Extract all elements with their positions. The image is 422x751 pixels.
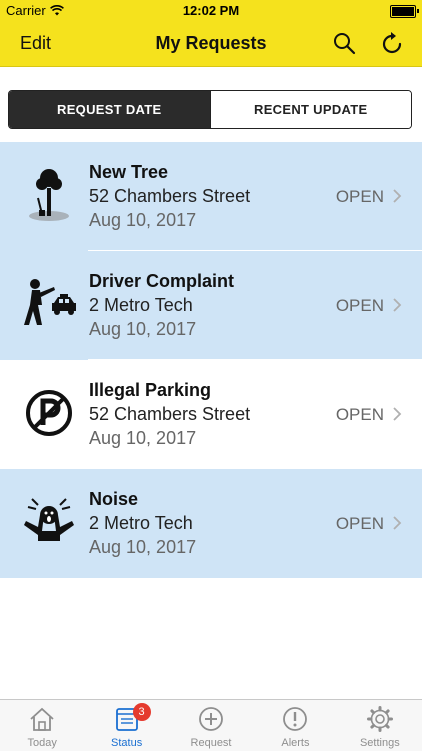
tab-request[interactable]: Request (169, 700, 253, 751)
tab-label: Settings (359, 737, 400, 749)
request-address: 2 Metro Tech (89, 513, 193, 533)
request-title: Noise (89, 489, 139, 509)
request-address: 2 Metro Tech (89, 295, 193, 315)
request-title: Driver Complaint (89, 271, 235, 291)
request-date: Aug 10, 2017 (89, 319, 197, 339)
request-address: 52 Chambers Street (89, 404, 251, 424)
tree-icon (29, 169, 69, 221)
request-status: OPEN (335, 405, 384, 424)
chevron-right-icon (393, 516, 402, 530)
tab-alerts[interactable]: Alerts (253, 700, 337, 751)
request-status: OPEN (335, 514, 384, 533)
sort-segmented-control: REQUEST DATE RECENT UPDATE (8, 90, 412, 129)
gear-icon (366, 706, 393, 732)
status-badge: 3 (132, 703, 151, 721)
battery-icon (390, 5, 419, 18)
add-circle-icon (199, 707, 223, 731)
tab-today[interactable]: Today (0, 700, 84, 751)
tab-label: Today (27, 737, 57, 749)
request-row[interactable]: Illegal Parking 52 Chambers Street Aug 1… (0, 360, 422, 469)
request-row[interactable]: Driver Complaint 2 Metro Tech Aug 10, 20… (0, 251, 422, 360)
page-title: My Requests (155, 33, 267, 53)
status-bar: Carrier 12:02 PM (0, 0, 422, 22)
request-date: Aug 10, 2017 (89, 537, 197, 557)
request-row[interactable]: New Tree 52 Chambers Street Aug 10, 2017… (0, 142, 422, 251)
request-status: OPEN (335, 296, 384, 315)
noise-icon (24, 498, 74, 541)
tab-label: Request (190, 737, 232, 749)
request-date: Aug 10, 2017 (89, 210, 197, 230)
edit-button[interactable]: Edit (20, 33, 51, 54)
alert-icon (283, 707, 308, 731)
request-row[interactable]: Noise 2 Metro Tech Aug 10, 2017 OPEN (0, 469, 422, 578)
clock: 12:02 PM (182, 3, 240, 18)
navigation-bar: Edit My Requests (0, 22, 422, 67)
request-list: New Tree 52 Chambers Street Aug 10, 2017… (0, 142, 422, 578)
request-date: Aug 10, 2017 (89, 428, 197, 448)
request-address: 52 Chambers Street (89, 186, 251, 206)
driver-complaint-icon (24, 279, 76, 325)
chevron-right-icon (393, 298, 402, 312)
home-icon (30, 707, 54, 731)
tab-label: Alerts (281, 737, 310, 749)
request-title: New Tree (89, 162, 169, 182)
request-title: Illegal Parking (89, 380, 212, 400)
search-icon[interactable] (332, 31, 356, 55)
request-status: OPEN (335, 187, 384, 206)
chevron-right-icon (393, 407, 402, 421)
parking-icon (26, 390, 72, 436)
tab-settings[interactable]: Settings (338, 700, 422, 751)
refresh-icon[interactable] (380, 31, 404, 57)
tab-bar: Today 3 Status Request Alerts Settings (0, 699, 422, 751)
chevron-right-icon (393, 189, 402, 203)
tab-status[interactable]: 3 Status (84, 700, 168, 751)
tab-label: Status (111, 737, 143, 749)
segment-request-date[interactable]: REQUEST DATE (9, 91, 210, 128)
segment-recent-update[interactable]: RECENT UPDATE (209, 91, 411, 128)
